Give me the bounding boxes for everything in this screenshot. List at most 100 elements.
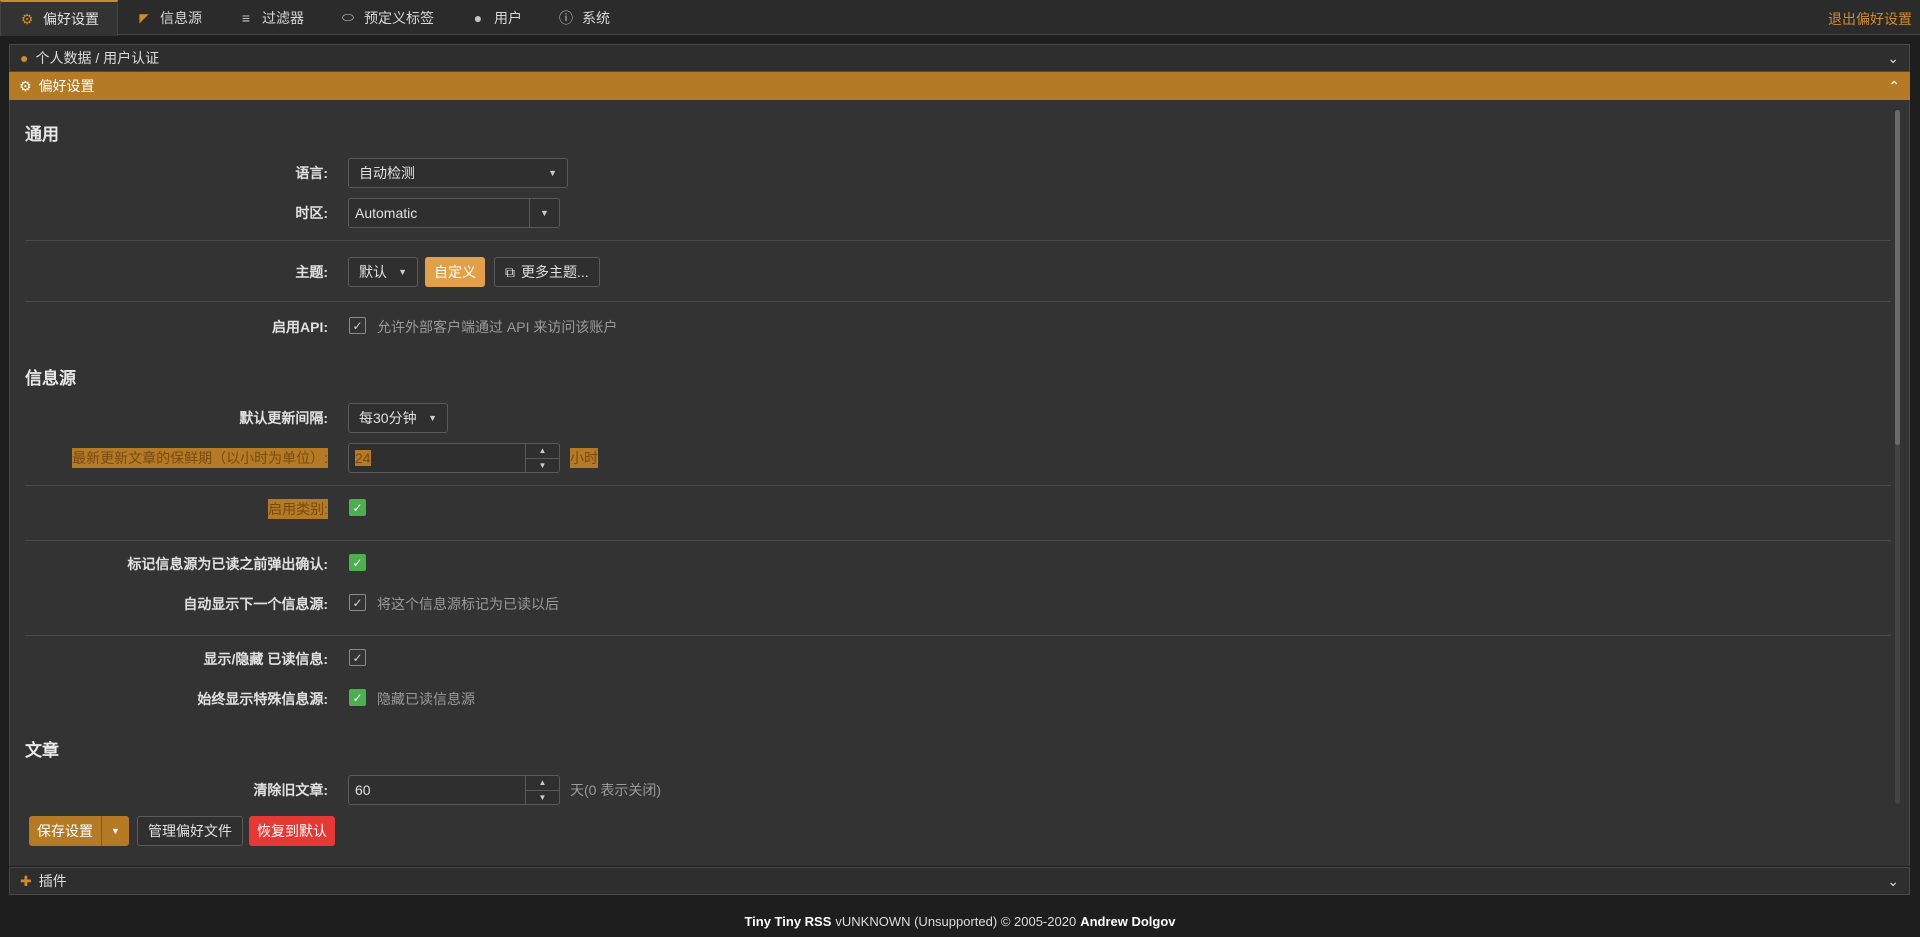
spin-down-icon[interactable]: ▼ <box>526 791 559 805</box>
save-settings-button[interactable]: 保存设置 <box>29 816 101 846</box>
gear-icon: ⚙ <box>20 10 34 27</box>
caret-down-icon: ▼ <box>398 267 407 277</box>
api-hint: 允许外部客户端通过 API 来访问该账户 <box>377 319 618 335</box>
theme-value: 默认 <box>359 264 387 280</box>
spinner-buttons[interactable]: ▲ ▼ <box>525 776 559 804</box>
panel-preferences[interactable]: ⚙ 偏好设置 ⌃ <box>9 72 1910 100</box>
special-feeds-hint: 隐藏已读信息源 <box>377 691 475 707</box>
confirm-mark-read-label: 标记信息源为已读之前弹出确认: <box>127 556 328 572</box>
fresh-articles-spinner[interactable]: 24 ▲ ▼ <box>348 443 560 473</box>
section-title-feeds: 信息源 <box>25 369 76 388</box>
user-icon: ● <box>473 9 483 26</box>
tab-label: 预定义标签 <box>364 9 434 26</box>
next-feed-label: 自动显示下一个信息源: <box>183 596 328 612</box>
tab-label: 偏好设置 <box>43 11 99 27</box>
caret-down-icon: ▼ <box>548 168 557 178</box>
external-link-icon: ⧉ <box>505 263 515 280</box>
more-themes-button[interactable]: ⧉ 更多主题... <box>494 257 600 287</box>
api-checkbox[interactable]: ✓ <box>349 317 366 334</box>
update-interval-select[interactable]: 每30分钟 ▼ <box>348 403 448 433</box>
fresh-articles-input[interactable]: 24 <box>349 444 525 472</box>
language-label: 语言: <box>295 165 328 181</box>
top-tab-bar: ⚙ 偏好设置 ◤ 信息源 ≡ 过滤器 ⬭ 预定义标签 ● 用户 ⓘ 系统 退出偏… <box>0 0 1920 36</box>
caret-down-icon[interactable]: ▼ <box>101 816 129 846</box>
tab-label: 信息源 <box>160 9 202 26</box>
spin-down-icon[interactable]: ▼ <box>526 459 559 473</box>
footer-author: Andrew Dolgov <box>1080 913 1176 929</box>
timezone-label: 时区: <box>295 205 328 221</box>
panel-title: 偏好设置 <box>38 78 95 94</box>
special-feeds-checkbox[interactable]: ✓ <box>349 689 366 706</box>
save-settings-button-group[interactable]: 保存设置 ▼ <box>29 816 129 846</box>
section-title-general: 通用 <box>25 125 59 144</box>
more-themes-label: 更多主题... <box>521 264 589 280</box>
tab-label: 系统 <box>582 9 610 26</box>
language-select[interactable]: 自动检测 ▼ <box>348 158 568 188</box>
panel-title: 插件 <box>38 873 67 889</box>
chevron-down-icon: ⌄ <box>1887 872 1899 889</box>
tab-labels[interactable]: ⬭ 预定义标签 <box>322 0 452 35</box>
chevron-up-icon: ⌃ <box>1888 77 1900 94</box>
spinner-buttons[interactable]: ▲ ▼ <box>525 444 559 472</box>
panel-plugins[interactable]: ✚ 插件 ⌄ <box>9 867 1910 895</box>
footer: Tiny Tiny RSS vUNKNOWN (Unsupported) © 2… <box>0 905 1920 937</box>
tab-users[interactable]: ● 用户 <box>452 0 540 35</box>
chevron-down-icon: ⌄ <box>1887 49 1899 66</box>
fresh-articles-value: 24 <box>355 450 371 466</box>
spin-up-icon[interactable]: ▲ <box>526 776 559 791</box>
fresh-articles-label: 最新更新文章的保鲜期（以小时为单位）: <box>72 448 328 468</box>
theme-label: 主题: <box>295 264 328 280</box>
panel-title: 个人数据 / 用户认证 <box>35 50 160 66</box>
special-feeds-label: 始终显示特殊信息源: <box>197 691 328 707</box>
tab-preferences[interactable]: ⚙ 偏好设置 <box>0 0 118 36</box>
divider <box>25 301 1891 302</box>
filter-icon: ≡ <box>241 9 251 26</box>
customize-theme-button[interactable]: 自定义 <box>425 257 485 287</box>
show-read-label: 显示/隐藏 已读信息: <box>203 651 328 667</box>
tab-list: ⚙ 偏好设置 ◤ 信息源 ≡ 过滤器 ⬭ 预定义标签 ● 用户 ⓘ 系统 <box>0 0 628 36</box>
next-feed-checkbox[interactable]: ✓ <box>349 594 366 611</box>
info-icon: ⓘ <box>559 9 573 26</box>
timezone-combobox[interactable]: Automatic ▼ <box>348 198 560 228</box>
update-interval-value: 每30分钟 <box>359 410 417 426</box>
theme-select[interactable]: 默认 ▼ <box>348 257 418 287</box>
user-icon: ● <box>20 50 29 66</box>
preferences-content <box>9 100 1910 866</box>
gear-icon: ⚙ <box>19 77 32 94</box>
categories-label: 启用类别: <box>268 499 328 519</box>
spin-up-icon[interactable]: ▲ <box>526 444 559 459</box>
purge-input[interactable]: 60 <box>349 776 525 804</box>
purge-hint: 天(0 表示关闭) <box>570 782 661 798</box>
api-label: 启用API: <box>272 319 328 335</box>
tab-feeds[interactable]: ◤ 信息源 <box>118 0 220 35</box>
categories-checkbox[interactable]: ✓ <box>349 499 366 516</box>
language-value: 自动检测 <box>359 165 415 181</box>
update-interval-label: 默认更新间隔: <box>239 410 328 426</box>
divider <box>25 240 1891 241</box>
fresh-articles-unit: 小时 <box>570 448 598 468</box>
divider <box>25 485 1891 486</box>
footer-app-name: Tiny Tiny RSS <box>744 913 832 929</box>
divider <box>25 635 1891 636</box>
manage-profiles-button[interactable]: 管理偏好文件 <box>137 816 243 846</box>
puzzle-icon: ✚ <box>20 872 32 889</box>
tab-label: 用户 <box>494 9 522 26</box>
tab-system[interactable]: ⓘ 系统 <box>540 0 628 35</box>
label-icon: ⬭ <box>342 9 354 25</box>
rss-icon: ◤ <box>139 10 149 25</box>
show-read-checkbox[interactable]: ✓ <box>349 649 366 666</box>
divider <box>25 540 1891 541</box>
purge-spinner[interactable]: 60 ▲ ▼ <box>348 775 560 805</box>
panel-personal-data[interactable]: ● 个人数据 / 用户认证 ⌄ <box>9 44 1910 72</box>
reset-defaults-button[interactable]: 恢复到默认 <box>249 816 335 846</box>
caret-down-icon[interactable]: ▼ <box>529 199 559 227</box>
logout-preferences-link[interactable]: 退出偏好设置 <box>1828 9 1912 29</box>
confirm-mark-read-checkbox[interactable]: ✓ <box>349 554 366 571</box>
timezone-value[interactable]: Automatic <box>349 199 529 227</box>
tab-filters[interactable]: ≡ 过滤器 <box>220 0 322 35</box>
tab-label: 过滤器 <box>262 9 304 26</box>
footer-version: vUNKNOWN (Unsupported) © 2005-2020 <box>835 913 1077 929</box>
purge-label: 清除旧文章: <box>253 782 328 798</box>
section-title-articles: 文章 <box>25 741 59 760</box>
scrollbar-thumb[interactable] <box>1895 110 1900 445</box>
